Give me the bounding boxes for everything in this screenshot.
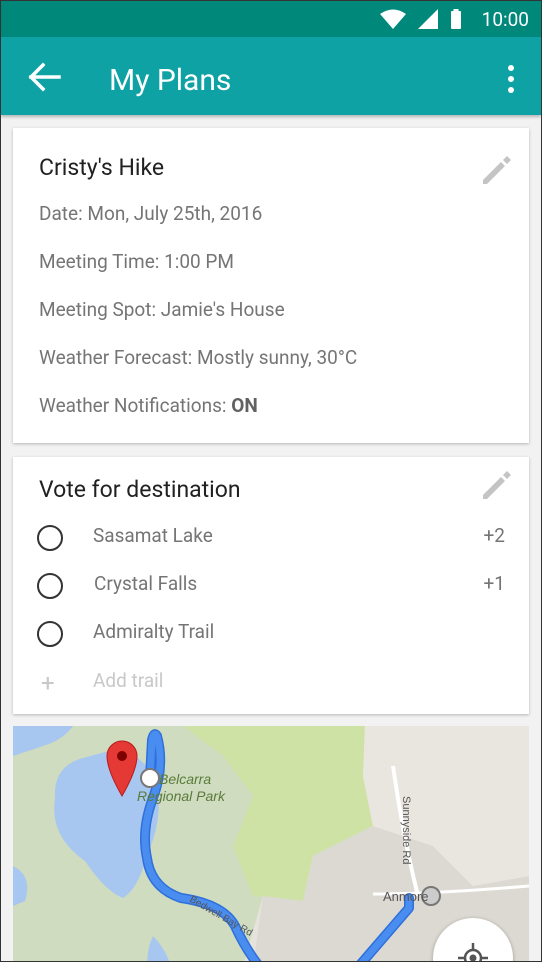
plan-title: Cristy's Hike — [39, 154, 165, 181]
overflow-menu-icon[interactable] — [499, 63, 523, 95]
plan-date: Date: Mon, July 25th, 2016 — [39, 202, 263, 225]
weather-notifications-label: Weather Notifications: — [39, 394, 232, 417]
back-arrow-icon[interactable] — [25, 61, 61, 93]
park-label-line1: Belcarra — [159, 771, 211, 787]
app-bar: My Plans — [1, 37, 541, 115]
vote-option-label: Crystal Falls — [94, 572, 198, 595]
vote-title: Vote for destination — [39, 476, 241, 503]
edit-pencil-icon[interactable] — [479, 467, 515, 503]
battery-icon — [450, 9, 461, 29]
plan-meeting-time: Meeting Time: 1:00 PM — [39, 250, 235, 273]
status-bar: 10:00 — [1, 1, 541, 37]
radio-button[interactable] — [37, 525, 63, 551]
my-location-icon — [458, 943, 488, 961]
cell-signal-icon — [417, 9, 438, 29]
radio-button[interactable] — [37, 573, 63, 599]
route-map[interactable]: Belcarra Regional Park Bedwell Bay Rd Su… — [13, 726, 529, 961]
app-screen: 10:00 My Plans Cristy's Hike Date: Mon, … — [0, 0, 542, 962]
plan-meeting-spot: Meeting Spot: Jamie's House — [39, 298, 285, 321]
weather-notifications-value: ON — [231, 394, 258, 417]
vote-option-crystal-falls[interactable]: Crystal Falls +1 — [13, 567, 529, 611]
route-start-marker[interactable] — [140, 768, 160, 788]
add-trail-input[interactable]: Add trail — [93, 669, 163, 692]
place-label: Anmore — [383, 889, 429, 904]
add-trail-row[interactable]: + Add trail — [13, 667, 529, 703]
edit-pencil-icon[interactable] — [479, 152, 515, 188]
radio-button[interactable] — [37, 621, 63, 647]
page-title: My Plans — [109, 63, 232, 98]
vote-count: +1 — [483, 572, 505, 595]
plan-weather-forecast: Weather Forecast: Mostly sunny, 30°C — [39, 346, 358, 369]
vote-option-sasamat-lake[interactable]: Sasamat Lake +2 — [13, 519, 529, 563]
park-label-line2: Regional Park — [137, 788, 226, 804]
status-time: 10:00 — [481, 7, 529, 31]
vote-option-admiralty-trail[interactable]: Admiralty Trail — [13, 615, 529, 659]
vote-option-label: Sasamat Lake — [93, 524, 213, 547]
wifi-icon — [379, 9, 406, 29]
plan-weather-notifications[interactable]: Weather Notifications: ON — [39, 394, 258, 417]
vote-option-label: Admiralty Trail — [93, 620, 215, 643]
add-icon: + — [41, 669, 55, 697]
vote-card: Vote for destination Sasamat Lake +2 Cry… — [13, 457, 529, 714]
plan-details-card: Cristy's Hike Date: Mon, July 25th, 2016… — [13, 128, 529, 443]
vote-count: +2 — [483, 524, 505, 547]
road-label-sunnyside: Sunnyside Rd — [400, 796, 412, 865]
